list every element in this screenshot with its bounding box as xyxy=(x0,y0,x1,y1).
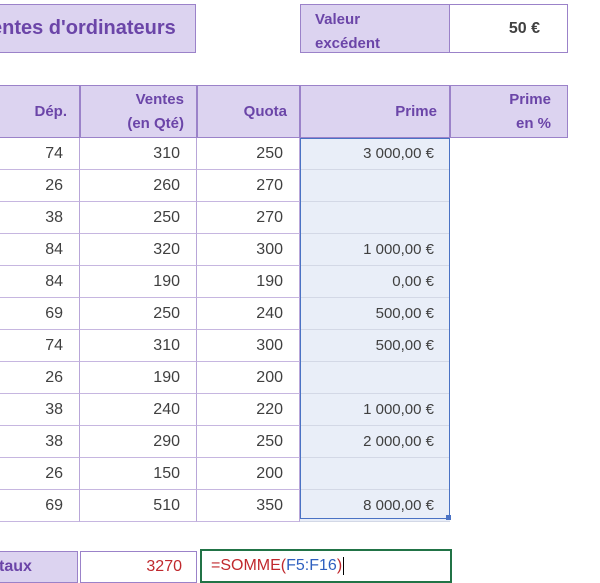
cell-dep[interactable]: 38 xyxy=(0,202,80,234)
cell-quota[interactable]: 270 xyxy=(197,170,300,202)
header-ventes[interactable]: Ventes (en Qté) xyxy=(80,85,197,138)
cell-ventes[interactable]: 190 xyxy=(80,362,197,394)
cell-prime[interactable]: 2 000,00 € xyxy=(300,426,450,458)
header-dep-label: Dép. xyxy=(34,102,67,120)
cell-prime[interactable]: 1 000,00 € xyxy=(300,394,450,426)
formula-edit-cell[interactable]: =SOMME(F5:F16) xyxy=(200,549,452,583)
cell-dep[interactable]: 74 xyxy=(0,330,80,362)
cell-prime[interactable] xyxy=(300,202,450,234)
cell-quota[interactable]: 240 xyxy=(197,298,300,330)
cell-prime[interactable]: 3 000,00 € xyxy=(300,138,450,170)
cell-quota[interactable]: 190 xyxy=(197,266,300,298)
cell-ventes[interactable]: 250 xyxy=(80,298,197,330)
cell-ventes[interactable]: 250 xyxy=(80,202,197,234)
cell-quota[interactable]: 200 xyxy=(197,458,300,490)
cell-dep[interactable]: 26 xyxy=(0,170,80,202)
header-prime-pct[interactable]: Prime en % xyxy=(450,85,568,138)
header-quota-label: Quota xyxy=(243,102,287,120)
cell-prime[interactable]: 1 000,00 € xyxy=(300,234,450,266)
cell-ventes[interactable]: 260 xyxy=(80,170,197,202)
valeur-excedent-value[interactable]: 50 € xyxy=(449,4,568,53)
totaux-value[interactable]: 3270 xyxy=(80,551,197,583)
cell-quota[interactable]: 300 xyxy=(197,234,300,266)
fill-handle[interactable] xyxy=(446,515,451,520)
cell-ventes[interactable]: 150 xyxy=(80,458,197,490)
cell-ventes[interactable]: 190 xyxy=(80,266,197,298)
cell-dep[interactable]: 74 xyxy=(0,138,80,170)
header-dep[interactable]: Dép. xyxy=(0,85,80,138)
cell-ventes[interactable]: 320 xyxy=(80,234,197,266)
cell-ventes[interactable]: 510 xyxy=(80,490,197,522)
cell-prime[interactable] xyxy=(300,458,450,490)
valeur-label-line2: excédent xyxy=(315,35,381,52)
cell-prime[interactable] xyxy=(300,170,450,202)
sheet-title[interactable]: entes d'ordinateurs xyxy=(0,4,196,53)
cell-quota[interactable]: 270 xyxy=(197,202,300,234)
valeur-excedent-label[interactable]: Valeur excédent xyxy=(300,4,450,53)
cell-prime[interactable]: 500,00 € xyxy=(300,298,450,330)
cell-ventes[interactable]: 240 xyxy=(80,394,197,426)
cell-ventes[interactable]: 290 xyxy=(80,426,197,458)
cell-dep[interactable]: 84 xyxy=(0,234,80,266)
cell-dep[interactable]: 84 xyxy=(0,266,80,298)
cell-prime[interactable] xyxy=(300,362,450,394)
cell-quota[interactable]: 350 xyxy=(197,490,300,522)
cell-ventes[interactable]: 310 xyxy=(80,330,197,362)
cell-prime[interactable]: 8 000,00 € xyxy=(300,490,450,522)
header-quota[interactable]: Quota xyxy=(197,85,300,138)
sheet-title-text: entes d'ordinateurs xyxy=(0,17,176,39)
header-prime[interactable]: Prime xyxy=(300,85,450,138)
cell-quota[interactable]: 300 xyxy=(197,330,300,362)
valeur-label-line1: Valeur xyxy=(315,11,361,28)
cell-dep[interactable]: 69 xyxy=(0,298,80,330)
cell-dep[interactable]: 69 xyxy=(0,490,80,522)
cell-quota[interactable]: 220 xyxy=(197,394,300,426)
header-prime-pct-line1: Prime xyxy=(509,90,551,108)
header-ventes-line1: Ventes xyxy=(135,90,184,108)
formula-suffix: ) xyxy=(336,557,343,574)
cell-dep[interactable]: 26 xyxy=(0,362,80,394)
formula-prefix: =SOMME( xyxy=(211,557,287,574)
cell-dep[interactable]: 26 xyxy=(0,458,80,490)
header-ventes-line2: (en Qté) xyxy=(127,114,184,132)
totaux-label-text: taux xyxy=(0,558,32,575)
cell-quota[interactable]: 200 xyxy=(197,362,300,394)
formula-range: F5:F16 xyxy=(286,557,337,574)
cell-prime[interactable]: 0,00 € xyxy=(300,266,450,298)
header-prime-label: Prime xyxy=(395,102,437,120)
cell-dep[interactable]: 38 xyxy=(0,426,80,458)
cell-dep[interactable]: 38 xyxy=(0,394,80,426)
cell-quota[interactable]: 250 xyxy=(197,426,300,458)
totaux-label[interactable]: taux xyxy=(0,551,78,583)
text-cursor xyxy=(343,557,345,575)
cell-ventes[interactable]: 310 xyxy=(80,138,197,170)
cell-quota[interactable]: 250 xyxy=(197,138,300,170)
header-prime-pct-line2: en % xyxy=(515,114,551,132)
cell-prime[interactable]: 500,00 € xyxy=(300,330,450,362)
